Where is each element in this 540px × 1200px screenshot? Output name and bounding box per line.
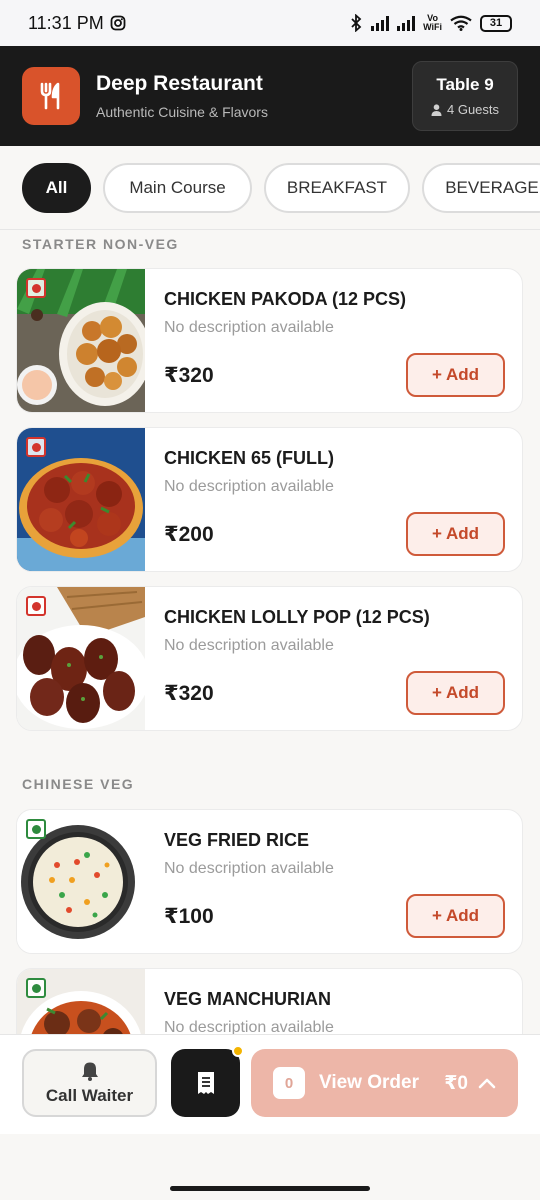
non-veg-indicator-icon	[26, 596, 46, 616]
menu-item-card[interactable]: VEG FRIED RICE No description available …	[16, 809, 523, 954]
item-description: No description available	[164, 478, 334, 495]
dish-image	[17, 269, 145, 412]
bill-button[interactable]	[171, 1045, 244, 1117]
non-veg-indicator-icon	[26, 278, 46, 298]
guest-count-label: 4 Guests	[446, 102, 500, 117]
category-tabs: All Main Course BREAKFAST BEVERAGE	[0, 146, 540, 230]
order-total: ₹0	[444, 1072, 468, 1094]
menu-item-card[interactable]: CHICKEN PAKODA (12 PCS) No description a…	[16, 268, 523, 413]
tab-main-course[interactable]: Main Course	[103, 162, 252, 213]
restaurant-logo	[22, 67, 80, 125]
item-description: No description available	[164, 1019, 334, 1034]
menu-item-card[interactable]: VEG MANCHURIAN No description available	[16, 968, 523, 1034]
bluetooth-icon	[351, 14, 362, 32]
section-title-starter-non-veg: STARTER NON-VEG	[22, 236, 179, 252]
section-title-chinese-veg: CHINESE VEG	[22, 776, 135, 792]
item-name: VEG MANCHURIAN	[164, 989, 332, 1009]
vowifi-icon: Vo WiFi	[423, 13, 442, 32]
item-description: No description available	[164, 637, 334, 654]
menu-item-card[interactable]: CHICKEN 65 (FULL) No description availab…	[16, 427, 523, 572]
call-waiter-button[interactable]: Call Waiter	[22, 1049, 157, 1117]
menu-list: STARTER NON-VEG CHICKEN PAKODA (12 PCS) …	[0, 230, 540, 1034]
tab-all[interactable]: All	[22, 162, 91, 213]
bell-icon	[81, 1062, 98, 1081]
signal-icon	[371, 15, 390, 31]
veg-indicator-icon	[26, 819, 46, 839]
item-name: CHICKEN 65 (FULL)	[164, 448, 334, 468]
add-button[interactable]: + Add	[406, 512, 505, 556]
person-icon	[431, 103, 442, 116]
receipt-icon	[197, 1072, 214, 1094]
fork-knife-icon	[40, 82, 60, 110]
dish-image	[17, 587, 145, 730]
view-order-button[interactable]: 0 View Order ₹0	[251, 1049, 518, 1117]
battery-icon: 31	[480, 14, 512, 32]
dish-image	[17, 810, 145, 953]
tab-beverage[interactable]: BEVERAGE	[422, 162, 540, 213]
item-name: CHICKEN LOLLY POP (12 PCS)	[164, 607, 430, 627]
app-header: Deep Restaurant Authentic Cuisine & Flav…	[0, 46, 540, 146]
add-button[interactable]: + Add	[406, 671, 505, 715]
item-price: ₹320	[164, 364, 214, 387]
instagram-icon	[110, 15, 126, 31]
item-name: CHICKEN PAKODA (12 PCS)	[164, 289, 407, 309]
item-name: VEG FRIED RICE	[164, 830, 310, 850]
home-indicator[interactable]	[170, 1186, 370, 1191]
dish-image	[17, 969, 145, 1034]
status-bar: 11:31 PM Vo WiFi 31	[0, 0, 540, 46]
dish-image	[17, 428, 145, 571]
table-info: Table 9 4 Guests	[412, 61, 518, 131]
order-count-badge: 0	[273, 1067, 305, 1099]
bottom-action-bar: Call Waiter 0 View Order ₹0	[0, 1034, 540, 1134]
tab-breakfast[interactable]: BREAKFAST	[264, 162, 410, 213]
notification-dot	[232, 1045, 244, 1057]
call-waiter-label: Call Waiter	[45, 1085, 134, 1105]
guest-count: 4 Guests	[431, 102, 499, 117]
veg-indicator-icon	[26, 978, 46, 998]
menu-item-card[interactable]: CHICKEN LOLLY POP (12 PCS) No descriptio…	[16, 586, 523, 731]
item-description: No description available	[164, 860, 334, 877]
wifi-icon	[450, 15, 472, 31]
signal-icon-2	[397, 15, 416, 31]
item-description: No description available	[164, 319, 334, 336]
view-order-label: View Order	[319, 1072, 419, 1093]
table-number: Table 9	[436, 75, 494, 94]
chevron-up-icon	[478, 1078, 496, 1089]
status-time: 11:31 PM	[28, 12, 104, 33]
add-button[interactable]: + Add	[406, 353, 505, 397]
non-veg-indicator-icon	[26, 437, 46, 457]
item-price: ₹100	[164, 905, 214, 928]
item-price: ₹200	[164, 523, 214, 546]
restaurant-tagline: Authentic Cuisine & Flavors	[96, 104, 268, 120]
add-button[interactable]: + Add	[406, 894, 505, 938]
item-price: ₹320	[164, 682, 214, 705]
restaurant-name: Deep Restaurant	[96, 72, 263, 95]
